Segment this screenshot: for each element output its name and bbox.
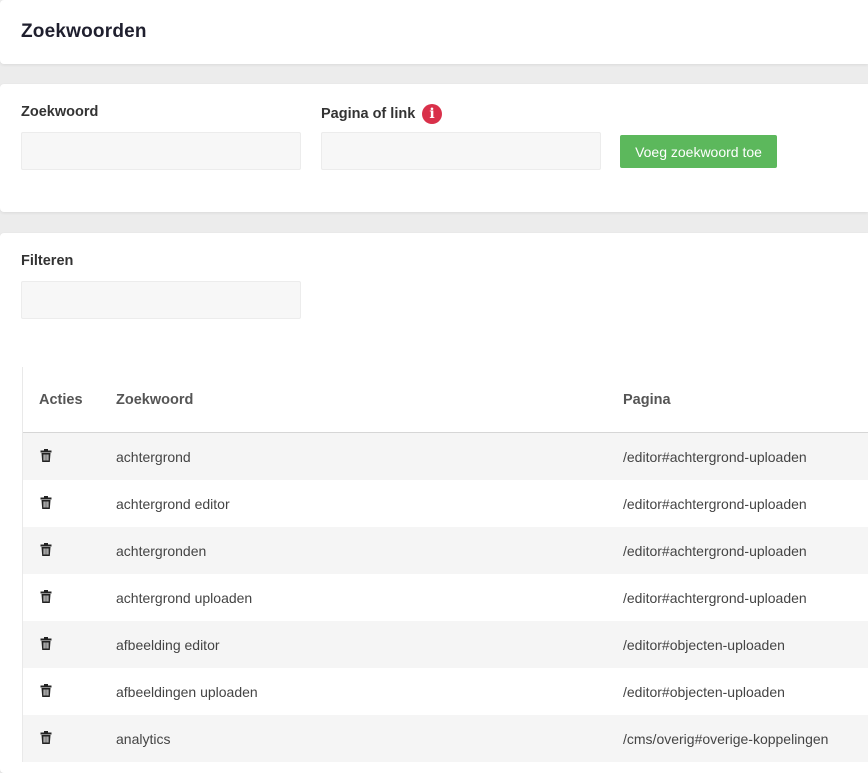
trash-icon[interactable] xyxy=(40,449,52,465)
page-input[interactable] xyxy=(321,132,601,170)
row-actions xyxy=(23,715,116,762)
column-header-acties: Acties xyxy=(23,367,116,433)
trash-icon[interactable] xyxy=(40,496,52,512)
filter-label: Filteren xyxy=(21,253,74,269)
add-keyword-button[interactable]: Voeg zoekwoord toe xyxy=(620,135,777,168)
row-page: /editor#achtergrond-uploaden xyxy=(623,527,868,574)
table-row: afbeelding editor/editor#objecten-upload… xyxy=(23,621,868,668)
table-row: analytics/cms/overig#overige-koppelingen xyxy=(23,715,868,762)
column-header-pagina[interactable]: Pagina xyxy=(623,367,868,433)
info-icon[interactable]: i xyxy=(422,104,442,124)
trash-icon[interactable] xyxy=(40,731,52,747)
row-keyword: achtergrond xyxy=(116,432,623,480)
row-page: /cms/overig#overige-koppelingen xyxy=(623,715,868,762)
row-keyword: achtergrond uploaden xyxy=(116,574,623,621)
row-keyword: achtergrond editor xyxy=(116,480,623,527)
row-actions xyxy=(23,621,116,668)
column-header-zoekwoord[interactable]: Zoekwoord xyxy=(116,367,623,433)
row-keyword: afbeelding editor xyxy=(116,621,623,668)
row-page: /editor#objecten-uploaden xyxy=(623,668,868,715)
page-label: Pagina of link xyxy=(321,106,416,122)
keyword-input[interactable] xyxy=(21,132,301,170)
table-row: achtergronden/editor#achtergrond-uploade… xyxy=(23,527,868,574)
table-row: achtergrond editor/editor#achtergrond-up… xyxy=(23,480,868,527)
row-page: /editor#achtergrond-uploaden xyxy=(623,480,868,527)
trash-icon[interactable] xyxy=(40,637,52,653)
filter-input[interactable] xyxy=(21,281,301,319)
row-actions xyxy=(23,668,116,715)
row-actions xyxy=(23,527,116,574)
row-actions xyxy=(23,574,116,621)
table-row: achtergrond uploaden/editor#achtergrond-… xyxy=(23,574,868,621)
header-card: Zoekwoorden xyxy=(0,0,868,64)
row-keyword: analytics xyxy=(116,715,623,762)
row-page: /editor#objecten-uploaden xyxy=(623,621,868,668)
row-actions xyxy=(23,432,116,480)
row-page: /editor#achtergrond-uploaden xyxy=(623,574,868,621)
row-keyword: achtergronden xyxy=(116,527,623,574)
trash-icon[interactable] xyxy=(40,590,52,606)
page-title: Zoekwoorden xyxy=(21,21,147,42)
trash-icon[interactable] xyxy=(40,684,52,700)
row-keyword: afbeeldingen uploaden xyxy=(116,668,623,715)
table-row: afbeeldingen uploaden/editor#objecten-up… xyxy=(23,668,868,715)
keywords-table: Acties Zoekwoord Pagina achtergrond/edit… xyxy=(22,367,868,762)
table-row: achtergrond/editor#achtergrond-uploaden xyxy=(23,432,868,480)
trash-icon[interactable] xyxy=(40,543,52,559)
row-page: /editor#achtergrond-uploaden xyxy=(623,432,868,480)
table-header-row: Acties Zoekwoord Pagina xyxy=(23,367,868,433)
keyword-label: Zoekwoord xyxy=(21,104,99,120)
row-actions xyxy=(23,480,116,527)
